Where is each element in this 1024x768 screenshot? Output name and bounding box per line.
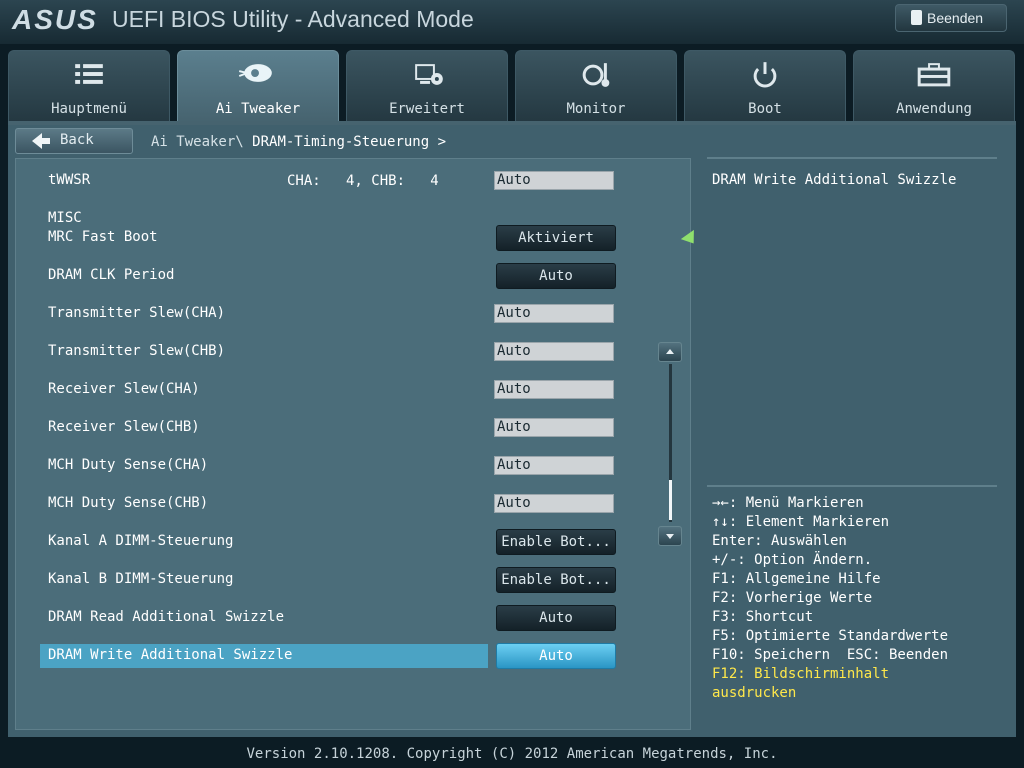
key-hint: F10: Speichern ESC: Beenden [712,647,949,663]
tab-erweitert[interactable]: Erweitert [346,50,508,122]
exit-icon [911,10,922,25]
arrow-down-icon [666,534,674,539]
scroll-down-button[interactable] [658,526,682,546]
footer-version: Version 2.10.1208. Copyright (C) 2012 Am… [0,740,1024,768]
key-hint: F5: Optimierte Standardwerte [712,628,949,644]
setting-row-kanal-a-dimm[interactable]: Kanal A DIMM-Steuerung [40,530,488,554]
toolbox-icon [917,63,951,87]
setting-label: tWWSR [48,172,91,188]
key-hint-screenshot: F12: Bildschirminhalt [712,666,890,682]
tab-boot[interactable]: Boot [684,50,846,122]
setting-label: Kanal A DIMM-Steuerung [48,533,234,549]
setting-row-dram-clk-period[interactable]: DRAM CLK Period [40,264,488,288]
app-title: UEFI BIOS Utility - Advanced Mode [112,6,474,32]
dram-write-swizzle-button[interactable]: Auto [496,643,616,669]
key-legend: →←: Menü Markieren ↑↓: Element Markieren… [712,495,948,704]
tweaker-icon [238,64,272,82]
breadcrumb: Ai Tweaker\ DRAM-Timing-Steuerung > [151,134,446,150]
mrc-fast-boot-button[interactable]: Aktiviert [496,225,616,251]
title-bar: ASUS UEFI BIOS Utility - Advanced Mode B… [0,0,1024,44]
receiver-slew-cha-input[interactable]: Auto [494,380,614,399]
setting-row-receiver-slew-chb[interactable]: Receiver Slew(CHB) [40,416,488,440]
setting-label: MCH Duty Sense(CHA) [48,457,209,473]
setting-label: MCH Duty Sense(CHB) [48,495,209,511]
setting-row-mch-duty-sense-chb[interactable]: MCH Duty Sense(CHB) [40,492,488,516]
scrollbar-thumb[interactable] [669,480,672,520]
breadcrumb-current: DRAM-Timing-Steuerung > [252,134,447,150]
setting-label: DRAM Read Additional Swizzle [48,609,285,625]
setting-row-transmitter-slew-chb[interactable]: Transmitter Slew(CHB) [40,340,488,364]
back-button[interactable]: Back [15,128,133,154]
section-heading-misc: MISC [48,210,82,226]
exit-button-label: Beenden [927,10,984,26]
key-hint-screenshot-cont: ausdrucken [712,685,797,701]
setting-row-dram-read-swizzle[interactable]: DRAM Read Additional Swizzle [40,606,488,630]
setting-row-mrc-fast-boot[interactable]: MRC Fast Boot [40,226,488,250]
key-hint: →←: Menü Markieren [712,495,864,511]
tab-label: Monitor [566,101,626,117]
setting-label: MRC Fast Boot [48,229,158,245]
tab-ai-tweaker[interactable]: Ai Tweaker [177,50,339,122]
power-icon [753,62,777,88]
setting-row-mch-duty-sense-cha[interactable]: MCH Duty Sense(CHA) [40,454,488,478]
exit-button[interactable]: Beenden [895,4,1007,32]
key-hint: Enter: Auswählen [712,533,847,549]
key-hint: ↑↓: Element Markieren [712,514,890,530]
dram-clk-period-button[interactable]: Auto [496,263,616,289]
kanal-b-dimm-button[interactable]: Enable Bot... [496,567,616,593]
tab-label: Boot [748,101,782,117]
asus-logo: ASUS [12,4,98,35]
scroll-up-button[interactable] [658,342,682,362]
key-hint: F1: Allgemeine Hilfe [712,571,881,587]
help-title: DRAM Write Additional Swizzle [712,172,957,188]
back-button-label: Back [60,132,94,148]
key-hint: F3: Shortcut [712,609,814,625]
key-hint: F2: Vorherige Werte [712,590,873,606]
setting-row-kanal-b-dimm[interactable]: Kanal B DIMM-Steuerung [40,568,488,592]
transmitter-slew-chb-input[interactable]: Auto [494,342,614,361]
divider [707,157,997,159]
setting-label: Receiver Slew(CHA) [48,381,200,397]
twwsr-value-input[interactable]: Auto [494,171,614,190]
tab-label: Anwendung [896,101,972,117]
tab-monitor[interactable]: Monitor [515,50,677,122]
setting-label: Kanal B DIMM-Steuerung [48,571,234,587]
channel-info: CHA: 4, CHB: 4 [287,173,439,189]
tab-label: Ai Tweaker [215,101,301,117]
setting-label: DRAM Write Additional Swizzle [48,647,293,663]
receiver-slew-chb-input[interactable]: Auto [494,418,614,437]
dram-read-swizzle-button[interactable]: Auto [496,605,616,631]
setting-label: Transmitter Slew(CHB) [48,343,226,359]
kanal-a-dimm-button[interactable]: Enable Bot... [496,529,616,555]
transmitter-slew-cha-input[interactable]: Auto [494,304,614,323]
tab-hauptmenu[interactable]: Hauptmenü [8,50,170,122]
setting-row-dram-write-swizzle[interactable]: DRAM Write Additional Swizzle [40,644,488,668]
advanced-icon [415,64,443,85]
tab-label: Hauptmenü [51,101,127,117]
setting-label: DRAM CLK Period [48,267,175,283]
arrow-up-icon [666,349,674,354]
mch-duty-sense-cha-input[interactable]: Auto [494,456,614,475]
breadcrumb-parent[interactable]: Ai Tweaker\ [151,134,244,150]
key-hint: +/-: Option Ändern. [712,552,873,568]
mch-duty-sense-chb-input[interactable]: Auto [494,494,614,513]
tab-label: Erweitert [389,101,465,117]
setting-label: Transmitter Slew(CHA) [48,305,226,321]
setting-row-receiver-slew-cha[interactable]: Receiver Slew(CHA) [40,378,488,402]
setting-label: Receiver Slew(CHB) [48,419,200,435]
divider [707,485,997,487]
list-icon [75,64,103,84]
tab-anwendung[interactable]: Anwendung [853,50,1015,122]
monitor-icon [582,63,610,87]
setting-row-transmitter-slew-cha[interactable]: Transmitter Slew(CHA) [40,302,488,326]
